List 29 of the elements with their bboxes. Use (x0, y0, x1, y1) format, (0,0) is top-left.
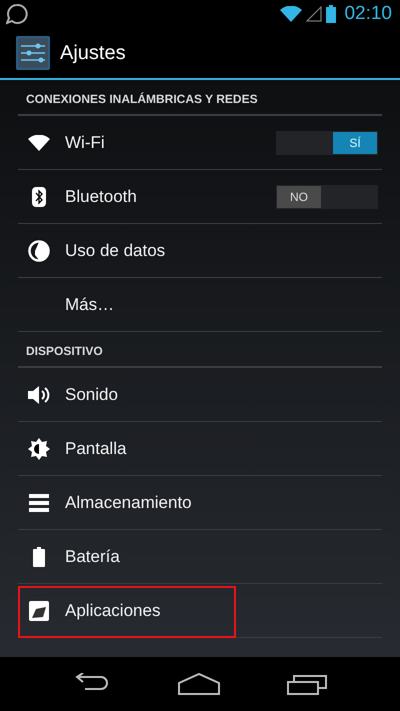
settings-icon[interactable] (16, 36, 50, 70)
settings-item[interactable]: Bluetooth NO (18, 170, 382, 224)
settings-item[interactable]: Wi-Fi SÍ (18, 116, 382, 170)
settings-item[interactable]: Almacenamiento (18, 476, 382, 530)
settings-item[interactable]: Más… (18, 278, 382, 332)
cell-signal-icon (306, 6, 322, 22)
speaker-icon (28, 384, 50, 404)
bluetooth-icon (32, 186, 46, 206)
wifi-icon (28, 134, 50, 150)
screen-title: Ajustes (60, 42, 126, 64)
settings-item[interactable]: Batería (18, 530, 382, 584)
settings-item[interactable]: Pantalla (18, 422, 382, 476)
settings-item[interactable]: Aplicaciones (18, 584, 382, 638)
brightness-icon (28, 438, 50, 460)
wifi-signal-icon (280, 6, 302, 22)
section-header: DISPOSITIVO (18, 332, 382, 368)
settings-item[interactable]: Uso de datos (18, 224, 382, 278)
settings-item[interactable]: Sonido (18, 368, 382, 422)
storage-icon (29, 494, 49, 512)
toggle-switch[interactable]: SÍ (276, 130, 378, 154)
recent-apps-icon[interactable] (286, 673, 327, 695)
toggle-switch[interactable]: NO (276, 184, 378, 208)
clock-time: 02:10 (344, 3, 392, 25)
pie-chart-icon (28, 240, 50, 262)
home-icon[interactable] (178, 673, 220, 695)
chat-icon (6, 3, 28, 25)
battery-icon (33, 546, 45, 566)
section-header: CONEXIONES INALÁMBRICAS Y REDES (18, 80, 382, 116)
battery-status-icon (326, 5, 336, 23)
